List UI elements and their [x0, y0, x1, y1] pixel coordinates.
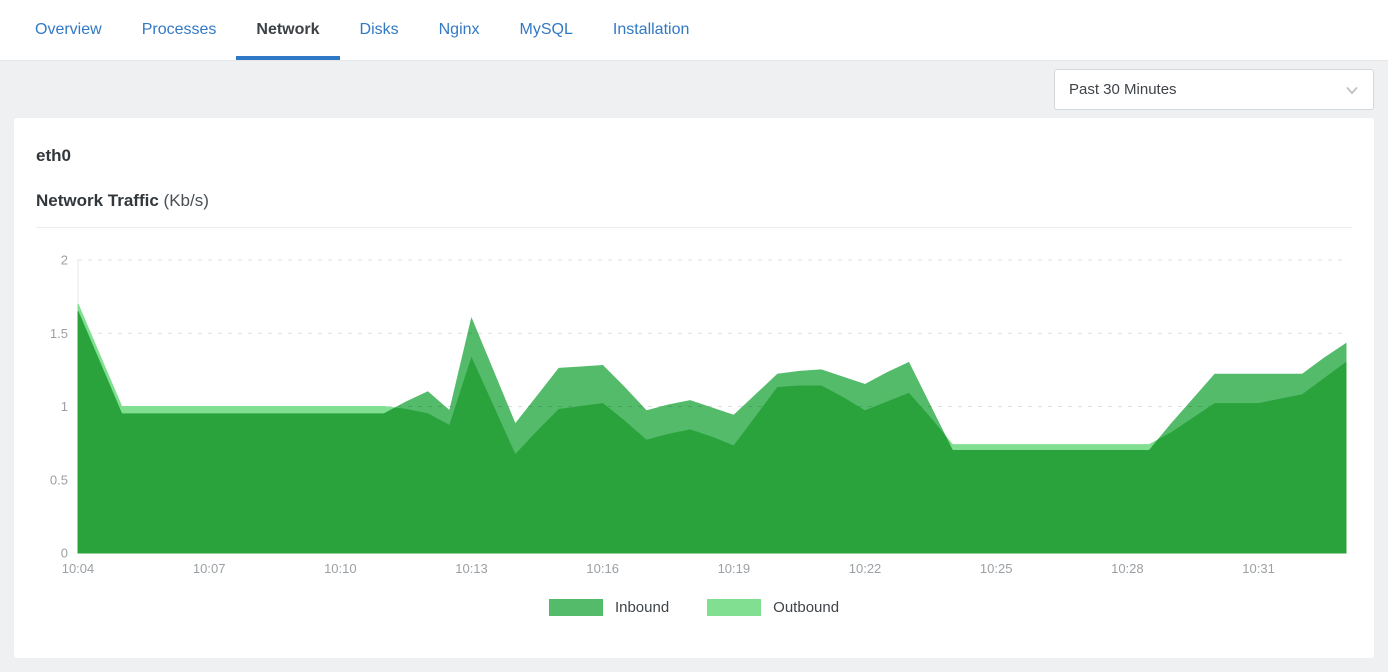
toolbar-band: Past 30 Minutes	[0, 61, 1388, 118]
x-tick-label: 10:07	[193, 561, 226, 576]
chart-unit-text: (Kb/s)	[159, 191, 209, 210]
x-tick-label: 10:22	[849, 561, 882, 576]
divider	[36, 227, 1352, 228]
legend-item-outbound: Outbound	[707, 599, 839, 616]
x-tick-label: 10:19	[718, 561, 751, 576]
tab-processes[interactable]: Processes	[122, 0, 237, 60]
interface-name: eth0	[36, 118, 1352, 166]
x-tick-label: 10:10	[324, 561, 357, 576]
chart-title: Network Traffic (Kb/s)	[36, 191, 1352, 211]
tab-mysql[interactable]: MySQL	[500, 0, 593, 60]
x-tick-label: 10:04	[62, 561, 95, 576]
legend-swatch-inbound	[549, 599, 603, 616]
tab-network[interactable]: Network	[236, 0, 339, 60]
tab-bar: OverviewProcessesNetworkDisksNginxMySQLI…	[0, 0, 1388, 61]
network-card: eth0 Network Traffic (Kb/s) 0 0.5 1 1.5 2 10:…	[14, 118, 1374, 658]
legend-label: Outbound	[773, 599, 839, 616]
tab-disks[interactable]: Disks	[340, 0, 419, 60]
y-tick-label: 1.5	[50, 326, 68, 341]
x-tick-label: 10:13	[455, 561, 488, 576]
time-range-select[interactable]: Past 30 Minutes	[1054, 69, 1374, 110]
x-tick-label: 10:31	[1242, 561, 1275, 576]
legend-label: Inbound	[615, 599, 669, 616]
y-tick-label: 2	[61, 253, 68, 268]
chart-legend: Inbound Outbound	[36, 599, 1352, 616]
y-tick-label: 0	[61, 546, 68, 561]
tab-nginx[interactable]: Nginx	[419, 0, 500, 60]
tab-installation[interactable]: Installation	[593, 0, 710, 60]
legend-item-inbound: Inbound	[549, 599, 669, 616]
time-range-value: Past 30 Minutes	[1069, 81, 1177, 98]
chevron-down-icon	[1343, 81, 1361, 99]
inbound-area	[78, 311, 1346, 553]
legend-swatch-outbound	[707, 599, 761, 616]
y-tick-label: 1	[61, 399, 68, 414]
tab-overview[interactable]: Overview	[15, 0, 122, 60]
network-traffic-chart: 0 0.5 1 1.5 2 10:04 10:07 10:10 10:13 10:16 10:19 1…	[36, 233, 1352, 585]
chart-title-text: Network Traffic	[36, 191, 159, 210]
y-tick-label: 0.5	[50, 472, 68, 487]
x-tick-label: 10:16	[586, 561, 619, 576]
x-tick-label: 10:25	[980, 561, 1013, 576]
x-tick-label: 10:28	[1111, 561, 1144, 576]
